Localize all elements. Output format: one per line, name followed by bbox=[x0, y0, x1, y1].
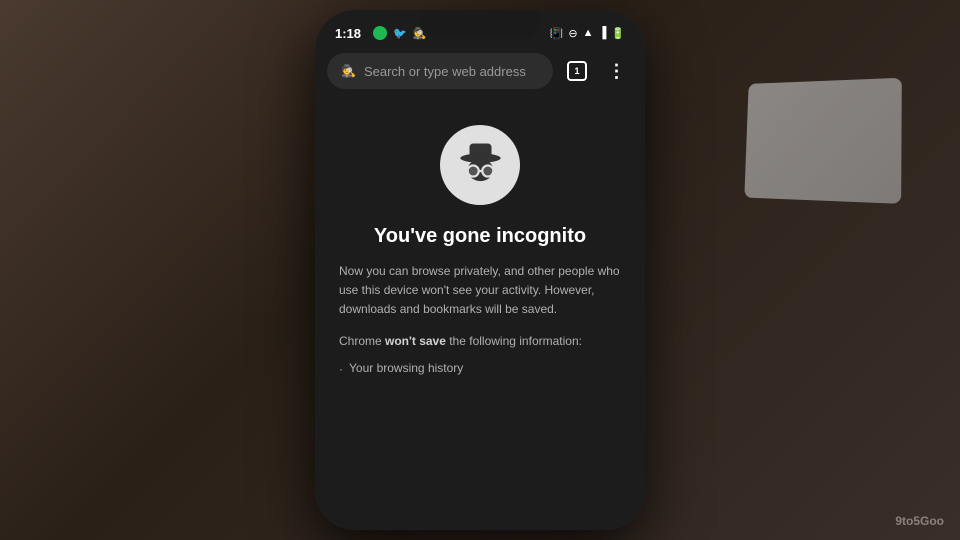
bullet-dot: · bbox=[339, 360, 343, 379]
menu-icon: ⋮ bbox=[608, 61, 627, 82]
incognito-body-text: Now you can browse privately, and other … bbox=[339, 262, 621, 320]
background-laptop bbox=[744, 78, 901, 204]
phone: 1:18 🐦 🕵 📳 ⊖ ▲ ▐ 🔋 bbox=[315, 10, 645, 530]
incognito-icon-wrapper bbox=[339, 125, 621, 205]
incognito-toolbar-icon: 🕵 bbox=[341, 64, 356, 78]
incognito-icon bbox=[453, 138, 508, 193]
bullet-item-browsing-history: · Your browsing history bbox=[339, 359, 621, 379]
app-icons: 🐦 🕵 bbox=[373, 26, 426, 40]
status-time: 1:18 bbox=[335, 26, 361, 41]
wifi-icon: ▲ bbox=[583, 27, 594, 39]
minus-icon: ⊖ bbox=[568, 27, 577, 40]
phone-screen: 1:18 🐦 🕵 📳 ⊖ ▲ ▐ 🔋 bbox=[315, 10, 645, 530]
tab-count-badge: 1 bbox=[567, 61, 587, 81]
search-input[interactable]: Search or type web address bbox=[364, 64, 539, 79]
browser-toolbar: 🕵 Search or type web address 1 ⋮ bbox=[327, 48, 633, 94]
chrome-note: Chrome won't save the following informat… bbox=[339, 332, 621, 351]
chrome-note-bold: won't save bbox=[385, 334, 446, 348]
scene: 1:18 🐦 🕵 📳 ⊖ ▲ ▐ 🔋 bbox=[0, 0, 960, 540]
incognito-title: You've gone incognito bbox=[339, 225, 621, 248]
twitter-icon: 🐦 bbox=[393, 27, 407, 40]
battery-icon: 🔋 bbox=[611, 27, 625, 40]
search-bar[interactable]: 🕵 Search or type web address bbox=[327, 53, 553, 89]
incognito-content: You've gone incognito Now you can browse… bbox=[315, 100, 645, 530]
signal-icon: ▐ bbox=[599, 27, 607, 39]
tab-switcher-button[interactable]: 1 bbox=[561, 55, 593, 87]
bullet-text: Your browsing history bbox=[349, 359, 463, 378]
watermark: 9to5Goo bbox=[895, 514, 944, 528]
notch bbox=[420, 10, 540, 38]
chrome-note-prefix: Chrome bbox=[339, 334, 385, 348]
system-status-icons: 📳 ⊖ ▲ ▐ 🔋 bbox=[550, 27, 625, 40]
incognito-icon-background bbox=[440, 125, 520, 205]
menu-button[interactable]: ⋮ bbox=[601, 55, 633, 87]
spotify-icon bbox=[373, 26, 387, 40]
vibrate-icon: 📳 bbox=[550, 27, 564, 40]
chrome-note-suffix: the following information: bbox=[446, 334, 582, 348]
